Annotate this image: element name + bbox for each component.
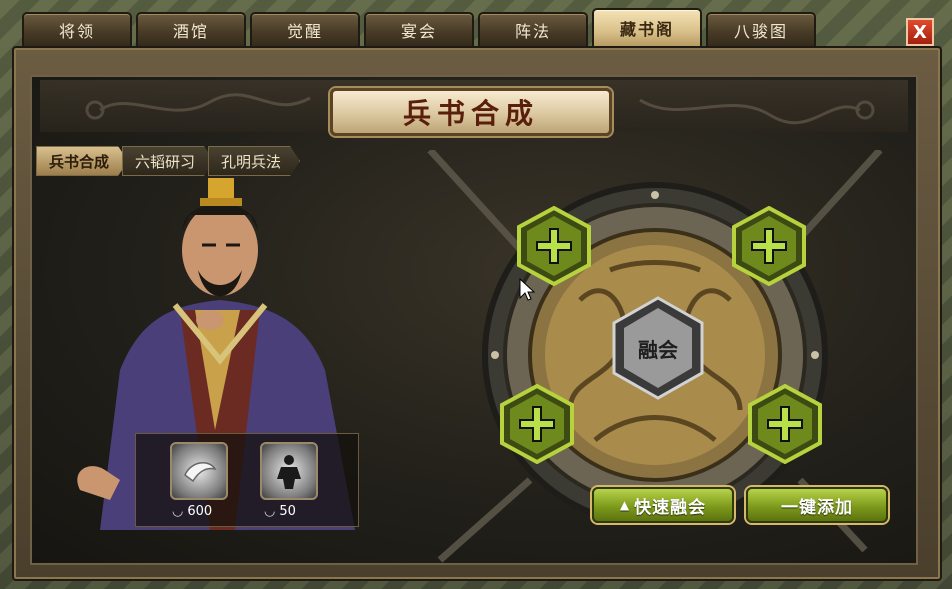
- ingot-icon: ◡: [264, 504, 276, 519]
- mouse-cursor-icon: [519, 278, 535, 301]
- tab-awaken[interactable]: 觉醒: [250, 12, 360, 46]
- quick-fuse-button[interactable]: ▲ 快速融会: [592, 487, 734, 523]
- one-click-add-button[interactable]: 一键添加: [746, 487, 888, 523]
- plus-icon: [517, 205, 591, 287]
- top-tab-bar: 将领 酒馆 觉醒 宴会 阵法 藏书阁 八骏图: [22, 8, 922, 46]
- silver-scroll-icon: [184, 462, 217, 483]
- ingot-icon: ◡: [172, 504, 184, 519]
- fuse-button[interactable]: 融会: [612, 296, 704, 400]
- tab-library[interactable]: 藏书阁: [592, 8, 702, 46]
- plus-icon: [732, 205, 806, 287]
- tab-generals[interactable]: 将领: [22, 12, 132, 46]
- tab-formation[interactable]: 阵法: [478, 12, 588, 46]
- tab-banquet[interactable]: 宴会: [364, 12, 474, 46]
- page-title: 兵书合成: [402, 97, 539, 130]
- title-plaque: 兵书合成: [330, 88, 612, 136]
- tab-eight-steeds[interactable]: 八骏图: [706, 12, 816, 46]
- tab-tavern[interactable]: 酒馆: [136, 12, 246, 46]
- up-triangle-icon: ▲: [619, 498, 631, 512]
- plus-icon: [500, 383, 574, 465]
- close-button[interactable]: X: [906, 18, 934, 46]
- slot-top-right-plus-button[interactable]: [732, 205, 806, 290]
- warrior-silhouette-count: ◡ 50: [264, 504, 296, 519]
- slot-bottom-left-plus-button[interactable]: [500, 383, 574, 468]
- slot-bottom-right-plus-button[interactable]: [748, 383, 822, 468]
- material-strip: ◡ 600 ◡ 50: [135, 433, 359, 527]
- plus-icon: [748, 383, 822, 465]
- warrior-silhouette-icon: [277, 455, 301, 489]
- warrior-silhouette-item[interactable]: [260, 442, 318, 500]
- silver-scroll-count: ◡ 600: [172, 504, 213, 519]
- silver-scroll-item[interactable]: [170, 442, 228, 500]
- fuse-button-label: 融会: [638, 337, 678, 362]
